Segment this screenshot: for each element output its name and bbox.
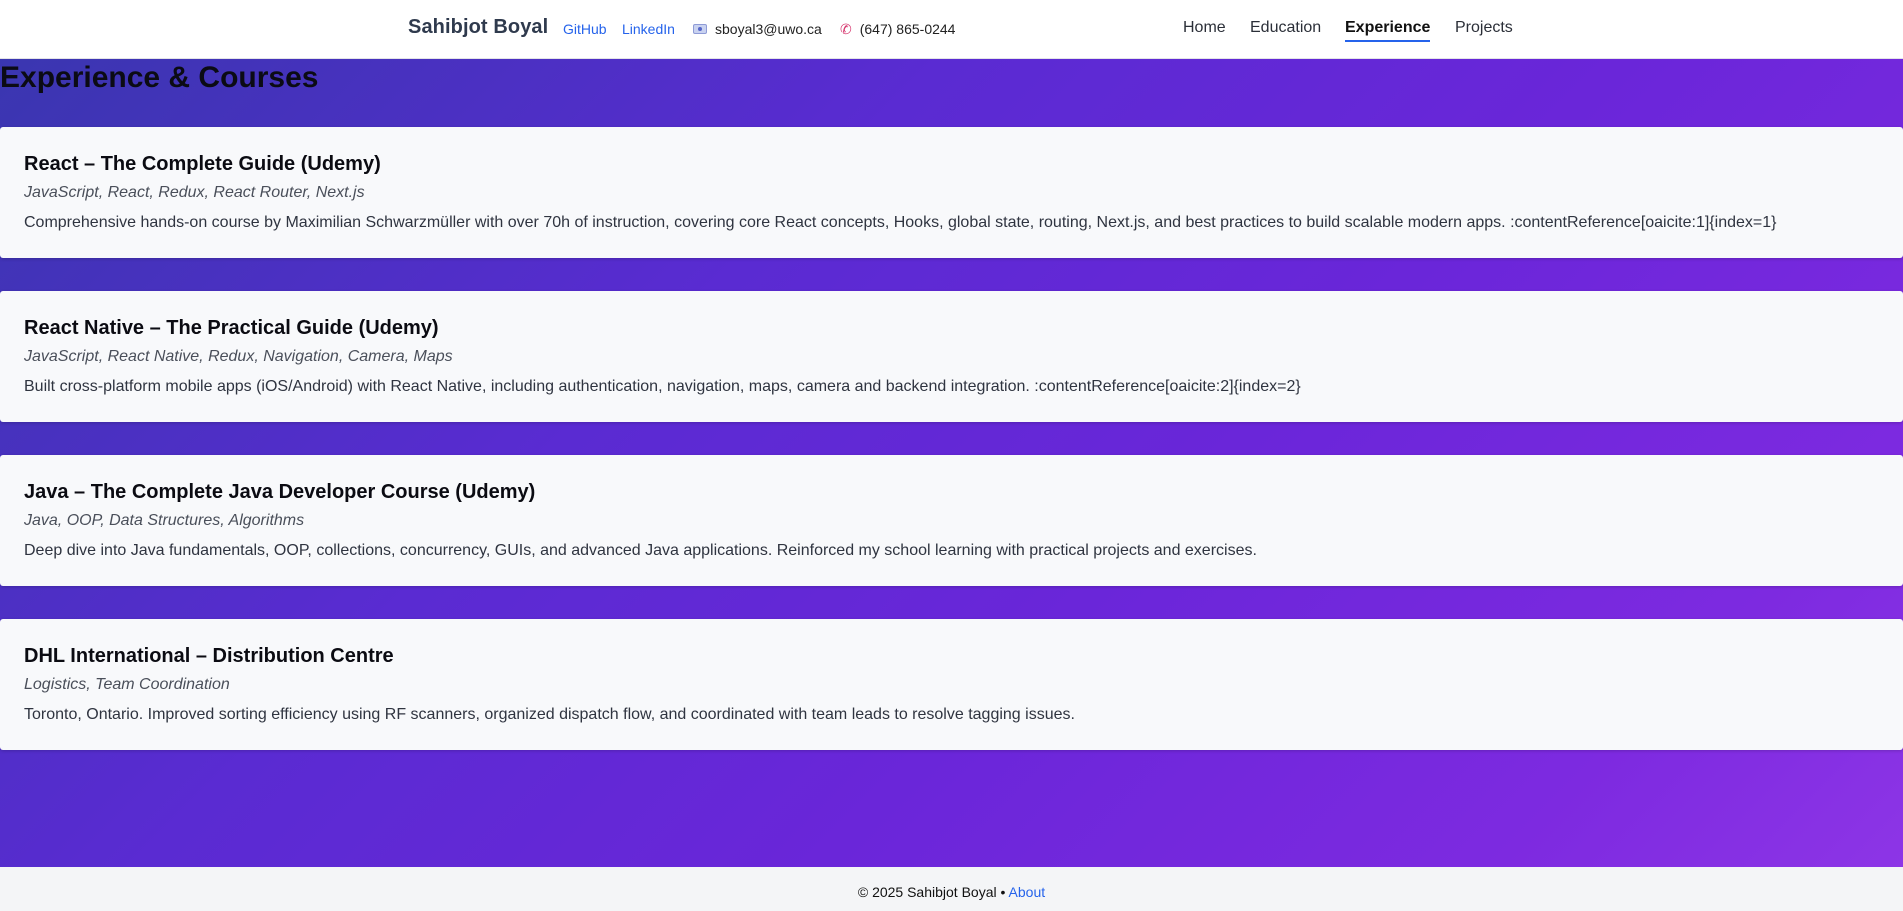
footer-copyright: © 2025 Sahibjot Boyal • [857, 884, 1006, 900]
experience-card-react-native: React Native – The Practical Guide (Udem… [0, 291, 1903, 422]
linkedin-link[interactable]: LinkedIn [622, 21, 675, 37]
card-tags: JavaScript, React, Redux, React Router, … [24, 184, 365, 201]
top-navbar: Sahibjot Boyal GitHub LinkedIn sboyal3@u… [0, 0, 1903, 59]
nav-education[interactable]: Education [1250, 19, 1321, 37]
card-description: Toronto, Ontario. Improved sorting effic… [24, 706, 1075, 723]
card-tags: Java, OOP, Data Structures, Algorithms [24, 512, 305, 529]
github-link[interactable]: GitHub [563, 21, 607, 37]
experience-card-java: Java – The Complete Java Developer Cours… [0, 455, 1903, 586]
phone-text: (647) 865-0244 [859, 21, 956, 37]
phone-contact[interactable]: ✆ (647) 865-0244 [840, 21, 955, 37]
card-description: Deep dive into Java fundamentals, OOP, c… [24, 542, 1257, 559]
experience-section: Experience & Courses React – The Complet… [0, 59, 1903, 867]
nav-home[interactable]: Home [1183, 19, 1226, 37]
nav-projects[interactable]: Projects [1455, 19, 1513, 37]
card-description: Comprehensive hands-on course by Maximil… [24, 214, 1777, 231]
nav-experience[interactable]: Experience [1345, 19, 1431, 42]
card-title: DHL International – Distribution Centre [24, 645, 394, 667]
page-title: Experience & Courses [0, 61, 319, 94]
card-tags: JavaScript, React Native, Redux, Navigat… [24, 348, 453, 365]
experience-card-react: React – The Complete Guide (Udemy) JavaS… [0, 127, 1903, 258]
email-icon [693, 24, 707, 34]
email-contact[interactable]: sboyal3@uwo.ca [693, 21, 822, 37]
card-title: Java – The Complete Java Developer Cours… [24, 481, 536, 503]
brand-name[interactable]: Sahibjot Boyal [408, 16, 548, 39]
card-tags: Logistics, Team Coordination [24, 676, 230, 693]
card-title: React Native – The Practical Guide (Udem… [24, 317, 439, 339]
experience-card-dhl: DHL International – Distribution Centre … [0, 619, 1903, 750]
about-link[interactable]: About [1009, 884, 1046, 900]
email-text: sboyal3@uwo.ca [715, 21, 822, 37]
footer: © 2025 Sahibjot Boyal • About [0, 867, 1903, 911]
card-description: Built cross-platform mobile apps (iOS/An… [24, 378, 1301, 395]
card-title: React – The Complete Guide (Udemy) [24, 153, 381, 175]
phone-icon: ✆ [840, 21, 852, 37]
